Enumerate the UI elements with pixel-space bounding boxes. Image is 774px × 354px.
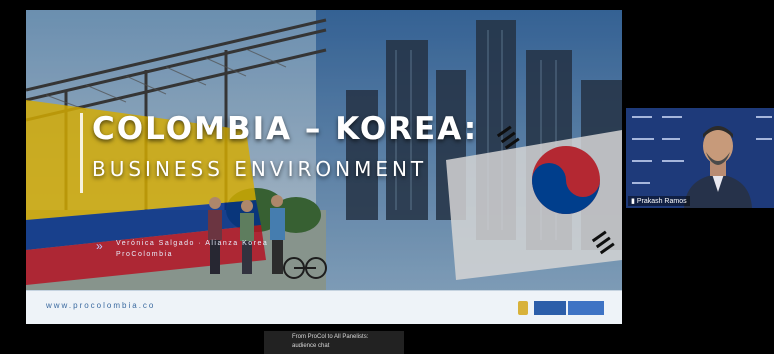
slide-footer: www.procolombia.co xyxy=(26,290,622,324)
logo-block-2 xyxy=(568,301,604,315)
participant-name-tag: ▮ Prakash Ramos xyxy=(628,196,690,206)
presenter-organization: ProColombia xyxy=(116,251,173,258)
double-chevron-icon: » xyxy=(96,239,103,253)
speaker-video-frame xyxy=(626,108,774,208)
mic-icon: ▮ xyxy=(631,198,635,205)
government-logo xyxy=(518,298,610,318)
presentation-slide: COLOMBIA – KOREA: BUSINESS ENVIRONMENT »… xyxy=(26,10,622,324)
participant-video-tile[interactable]: ▮ Prakash Ramos xyxy=(626,108,774,208)
slide-title-block: COLOMBIA – KOREA: BUSINESS ENVIRONMENT xyxy=(80,111,479,193)
logo-block-1 xyxy=(534,301,566,315)
coat-of-arms-icon xyxy=(518,301,528,315)
footer-url: www.procolombia.co xyxy=(46,301,156,310)
chat-notification[interactable]: From ProCol to All Panelists: audience c… xyxy=(264,331,404,354)
chat-notification-line1: From ProCol to All Panelists: xyxy=(292,334,369,340)
title-accent-bar xyxy=(80,113,83,193)
presenter-name: Verónica Salgado · Alianza Korea xyxy=(116,240,269,247)
slide-title: COLOMBIA – KOREA: xyxy=(92,111,479,147)
participant-name: Prakash Ramos xyxy=(636,198,687,205)
chat-notification-line2: audience chat xyxy=(292,343,330,349)
slide-subtitle: BUSINESS ENVIRONMENT xyxy=(92,157,428,181)
